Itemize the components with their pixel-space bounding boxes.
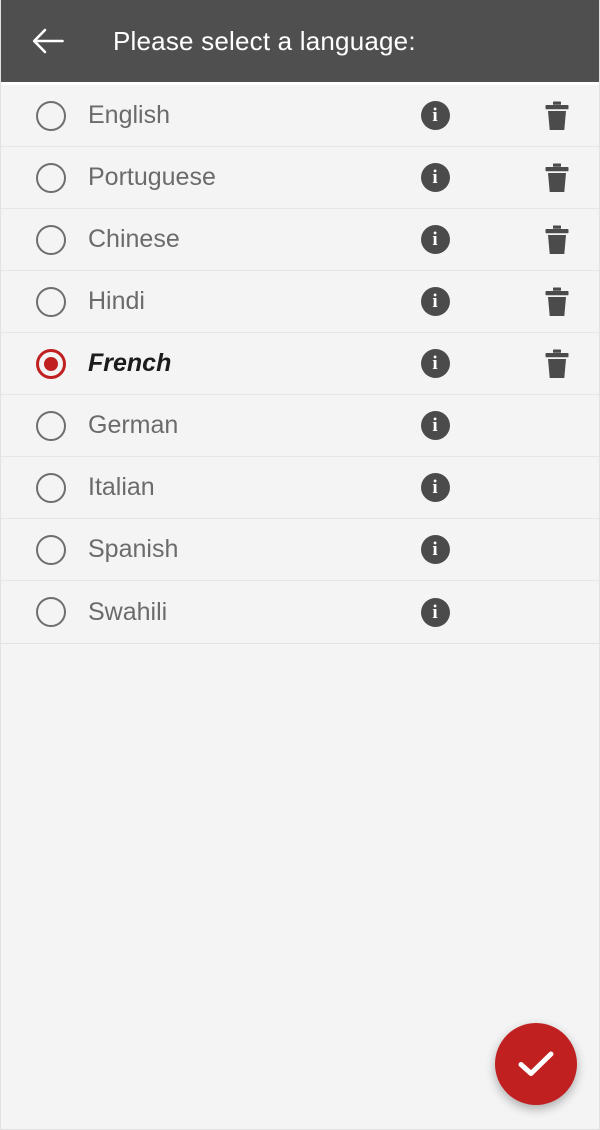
info-icon: i	[420, 101, 450, 130]
info-button[interactable]: i	[405, 395, 465, 457]
language-radio[interactable]	[36, 597, 66, 627]
confirm-button[interactable]	[495, 1023, 577, 1105]
delete-button[interactable]	[527, 85, 587, 147]
trash-icon	[545, 287, 569, 316]
info-icon: i	[420, 349, 450, 378]
info-button[interactable]: i	[405, 271, 465, 333]
language-label: Spanish	[88, 535, 179, 563]
info-icon: i	[420, 535, 450, 564]
app-bar: Please select a language:	[1, 0, 599, 82]
info-button[interactable]: i	[405, 147, 465, 209]
language-radio[interactable]	[36, 224, 66, 255]
info-button[interactable]: i	[405, 333, 465, 395]
language-selection-screen: Please select a language: English i Portug…	[0, 0, 600, 1130]
delete-slot-empty	[527, 457, 587, 519]
info-icon: i	[420, 163, 450, 192]
language-label: French	[88, 349, 172, 377]
language-radio[interactable]	[36, 348, 66, 379]
language-row[interactable]: Spanish i	[1, 519, 599, 581]
delete-button[interactable]	[527, 209, 587, 271]
info-icon: i	[420, 287, 450, 316]
language-row[interactable]: Italian i	[1, 457, 599, 519]
language-row[interactable]: Chinese i	[1, 209, 599, 271]
trash-icon	[545, 349, 569, 378]
trash-icon	[545, 163, 569, 192]
delete-slot-empty	[527, 395, 587, 457]
language-radio[interactable]	[36, 472, 66, 503]
language-row[interactable]: English i	[1, 85, 599, 147]
language-label: Swahili	[88, 597, 168, 626]
back-button[interactable]	[25, 18, 71, 64]
language-radio[interactable]	[36, 410, 66, 441]
info-icon: i	[420, 473, 450, 502]
language-label: Hindi	[88, 287, 145, 315]
language-label: Italian	[88, 473, 155, 501]
delete-slot-empty	[527, 581, 587, 643]
check-icon	[518, 1051, 554, 1076]
delete-button[interactable]	[527, 147, 587, 209]
language-row[interactable]: French i	[1, 333, 599, 395]
language-label: German	[88, 411, 179, 439]
language-row[interactable]: Swahili i	[1, 581, 599, 643]
arrow-left-icon	[32, 28, 64, 54]
info-button[interactable]: i	[405, 519, 465, 581]
language-radio[interactable]	[36, 534, 66, 565]
info-button[interactable]: i	[405, 581, 465, 643]
language-label: English	[88, 101, 170, 129]
language-label: Portuguese	[88, 163, 216, 191]
language-label: Chinese	[88, 225, 180, 253]
delete-slot-empty	[527, 519, 587, 581]
language-list: English i Portuguese i Chinese i Hindi i French i…	[1, 85, 599, 644]
trash-icon	[545, 101, 569, 130]
language-radio[interactable]	[36, 286, 66, 317]
language-radio[interactable]	[36, 100, 66, 131]
trash-icon	[545, 225, 569, 254]
info-icon: i	[420, 597, 450, 627]
info-icon: i	[420, 225, 450, 254]
info-icon: i	[420, 411, 450, 440]
info-button[interactable]: i	[405, 209, 465, 271]
delete-button[interactable]	[527, 271, 587, 333]
delete-button[interactable]	[527, 333, 587, 395]
info-button[interactable]: i	[405, 457, 465, 519]
language-row[interactable]: Hindi i	[1, 271, 599, 333]
language-radio[interactable]	[36, 162, 66, 193]
page-title: Please select a language:	[113, 25, 416, 56]
language-row[interactable]: Portuguese i	[1, 147, 599, 209]
info-button[interactable]: i	[405, 85, 465, 147]
language-row[interactable]: German i	[1, 395, 599, 457]
